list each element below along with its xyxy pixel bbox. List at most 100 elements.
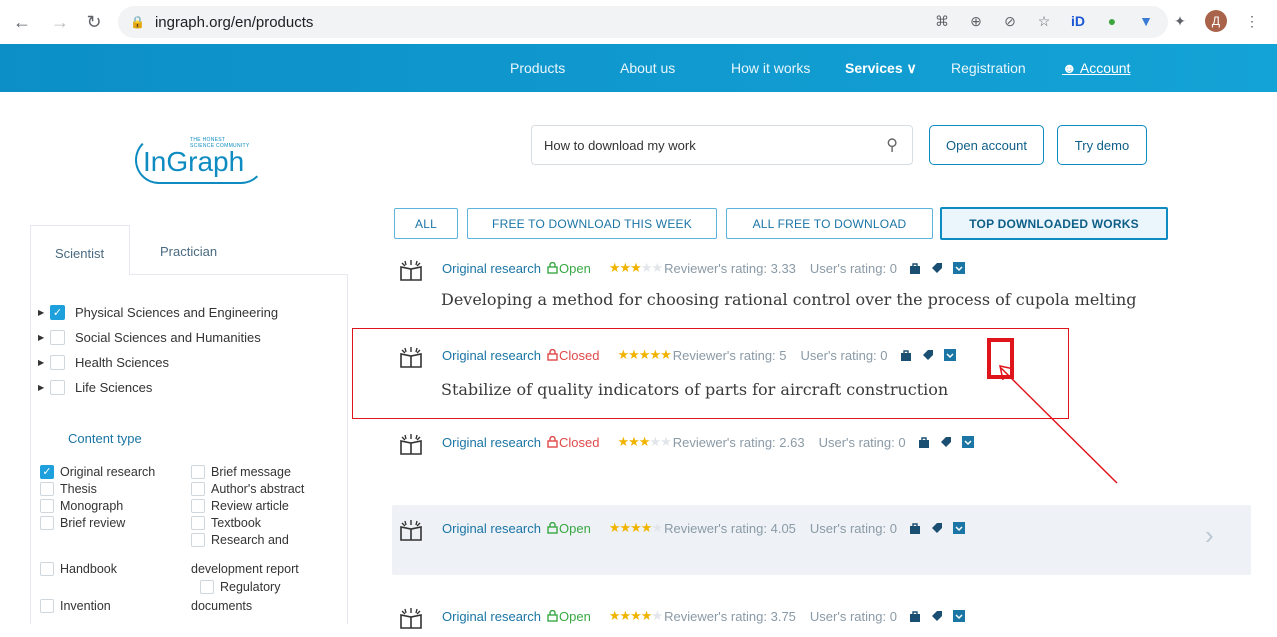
tab-practician[interactable]: Practician — [160, 244, 217, 259]
star-icon: ★ — [619, 520, 631, 535]
checkbox[interactable] — [50, 355, 65, 370]
filter-top-downloaded[interactable]: TOP DOWNLOADED WORKS — [940, 207, 1168, 240]
menu-dots-icon[interactable]: ⋮ — [1243, 12, 1261, 30]
bag-icon[interactable] — [909, 610, 921, 622]
checkbox[interactable] — [50, 380, 65, 395]
caret-right-icon[interactable]: ▶ — [38, 308, 50, 317]
checkbox[interactable] — [40, 499, 54, 513]
work-type[interactable]: Original research — [442, 435, 541, 450]
tab-scientist[interactable]: Scientist — [55, 246, 104, 261]
tag-icon[interactable] — [940, 436, 952, 448]
tag-icon[interactable] — [931, 522, 943, 534]
checkbox[interactable] — [191, 482, 205, 496]
zoom-icon[interactable]: ⊕ — [967, 12, 985, 30]
category-health-sciences[interactable]: ▶ Health Sciences — [38, 355, 169, 370]
caret-right-icon[interactable]: ▶ — [38, 358, 50, 367]
star-icon: ★ — [651, 520, 663, 535]
bag-icon[interactable] — [909, 522, 921, 534]
bag-icon[interactable] — [918, 436, 930, 448]
nav-services[interactable]: Services ∨ — [845, 60, 917, 77]
filter-free-this-week[interactable]: FREE TO DOWNLOAD THIS WEEK — [467, 208, 717, 239]
star-icon: ★ — [608, 608, 621, 623]
work-type[interactable]: Original research — [442, 521, 541, 536]
closed-lock-icon: Closed — [547, 435, 599, 450]
tag-icon[interactable] — [931, 262, 943, 274]
star-icon: ★ — [640, 608, 653, 623]
search-input[interactable]: How to download my work ⚲ — [531, 125, 913, 165]
ct-research-development-line2: development report — [191, 562, 299, 576]
ct-handbook[interactable]: Handbook — [40, 562, 117, 576]
checkbox[interactable] — [40, 482, 54, 496]
nav-products[interactable]: Products — [510, 60, 565, 76]
nav-about-us[interactable]: About us — [620, 60, 675, 76]
work-type[interactable]: Original research — [442, 261, 541, 276]
checkbox[interactable] — [40, 562, 54, 576]
category-social-sciences[interactable]: ▶ Social Sciences and Humanities — [38, 330, 261, 345]
work-meta: Original research Open ★★★★★ Reviewer's rat… — [442, 520, 975, 536]
star-icon: ★ — [630, 608, 642, 623]
download-box-icon[interactable] — [961, 436, 974, 448]
category-life-sciences[interactable]: ▶ Life Sciences — [38, 380, 152, 395]
forward-icon[interactable]: → — [48, 10, 72, 34]
content-type-title: Content type — [68, 431, 142, 446]
rating-stars: ★★★★★ — [609, 520, 663, 536]
shield-extension-icon[interactable]: ▼ — [1137, 12, 1155, 30]
work-type[interactable]: Original research — [442, 609, 541, 624]
frog-extension-icon[interactable]: ● — [1103, 12, 1121, 30]
bag-icon[interactable] — [909, 262, 921, 274]
download-box-icon[interactable] — [952, 610, 965, 622]
open-lock-icon: Open — [547, 521, 591, 536]
hide-icon[interactable]: ⊘ — [1001, 12, 1019, 30]
checkbox[interactable] — [40, 599, 54, 613]
checkbox[interactable] — [191, 499, 205, 513]
puzzle-icon[interactable]: ✦ — [1171, 12, 1189, 30]
nav-account[interactable]: ☻ Account — [1062, 60, 1130, 76]
nav-registration[interactable]: Registration — [951, 60, 1026, 76]
ct-monograph[interactable]: Monograph — [40, 499, 123, 513]
caret-right-icon[interactable]: ▶ — [38, 333, 50, 342]
try-demo-button[interactable]: Try demo — [1057, 125, 1147, 165]
work-access: Open — [559, 608, 591, 624]
id-extension-icon[interactable]: iD — [1069, 12, 1087, 30]
filter-all-free[interactable]: ALL FREE TO DOWNLOAD — [726, 208, 933, 239]
filter-all[interactable]: ALL — [394, 208, 458, 239]
category-physical-sciences[interactable]: ▶ ✓ Physical Sciences and Engineering — [38, 305, 278, 320]
checkbox[interactable] — [50, 330, 65, 345]
checkbox[interactable] — [191, 516, 205, 530]
checkbox[interactable] — [191, 465, 205, 479]
nav-services-label: Services — [845, 60, 903, 76]
reload-icon[interactable]: ↻ — [82, 10, 106, 34]
ct-authors-abstract[interactable]: Author's abstract — [191, 482, 304, 496]
checkbox-checked[interactable]: ✓ — [40, 465, 54, 479]
download-box-icon[interactable] — [952, 522, 965, 534]
download-box-icon[interactable] — [952, 262, 965, 274]
caret-right-icon[interactable]: ▶ — [38, 383, 50, 392]
checkbox-checked[interactable]: ✓ — [50, 305, 65, 320]
star-icon: ★ — [619, 260, 631, 275]
ct-original-research[interactable]: ✓ Original research — [40, 465, 155, 479]
ct-regulatory-documents[interactable]: Regulatory — [200, 580, 280, 594]
user-rating: User's rating: 0 — [809, 260, 897, 276]
nav-how-it-works[interactable]: How it works — [731, 60, 810, 76]
work-title[interactable]: Developing a method for choosing rationa… — [441, 290, 1137, 309]
translate-icon[interactable]: ⌘ — [933, 12, 951, 30]
user-icon: ☻ — [1062, 60, 1077, 76]
ct-textbook[interactable]: Textbook — [191, 516, 261, 530]
back-icon[interactable]: ← — [10, 10, 34, 34]
search-icon[interactable]: ⚲ — [886, 135, 898, 155]
checkbox[interactable] — [200, 580, 214, 594]
checkbox[interactable] — [40, 516, 54, 530]
ct-research-development[interactable]: Research and — [191, 533, 289, 547]
bookmark-star-icon[interactable]: ☆ — [1035, 12, 1053, 30]
ct-brief-review[interactable]: Brief review — [40, 516, 125, 530]
ct-thesis[interactable]: Thesis — [40, 482, 97, 496]
open-account-button[interactable]: Open account — [929, 125, 1044, 165]
profile-avatar[interactable]: Д — [1205, 10, 1227, 32]
ct-invention[interactable]: Invention — [40, 599, 111, 613]
chevron-right-icon[interactable]: › — [1205, 520, 1214, 551]
ct-brief-message[interactable]: Brief message — [191, 465, 291, 479]
checkbox[interactable] — [191, 533, 205, 547]
ct-review-article[interactable]: Review article — [191, 499, 289, 513]
open-book-icon — [399, 259, 423, 283]
tag-icon[interactable] — [931, 610, 943, 622]
